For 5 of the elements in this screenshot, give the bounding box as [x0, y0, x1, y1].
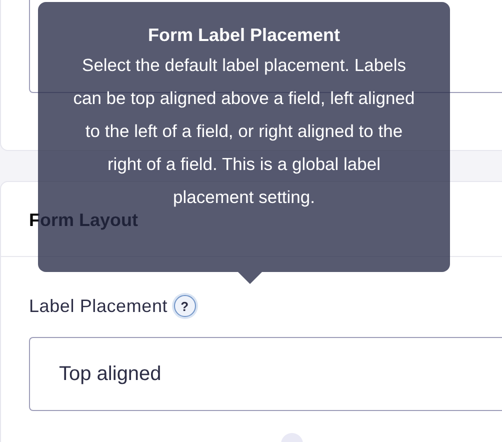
help-icon[interactable]: ? [174, 295, 196, 317]
tooltip-title: Form Label Placement [146, 24, 342, 47]
field-label: Label Placement [29, 296, 168, 316]
tooltip-text: Select the default label placement. Labels can be top aligned above a field, left aligned to the left of a field, or right aligned to the right of a field. This is a global label placement setting. [72, 54, 416, 209]
select-field[interactable]: Top aligned [29, 337, 502, 411]
